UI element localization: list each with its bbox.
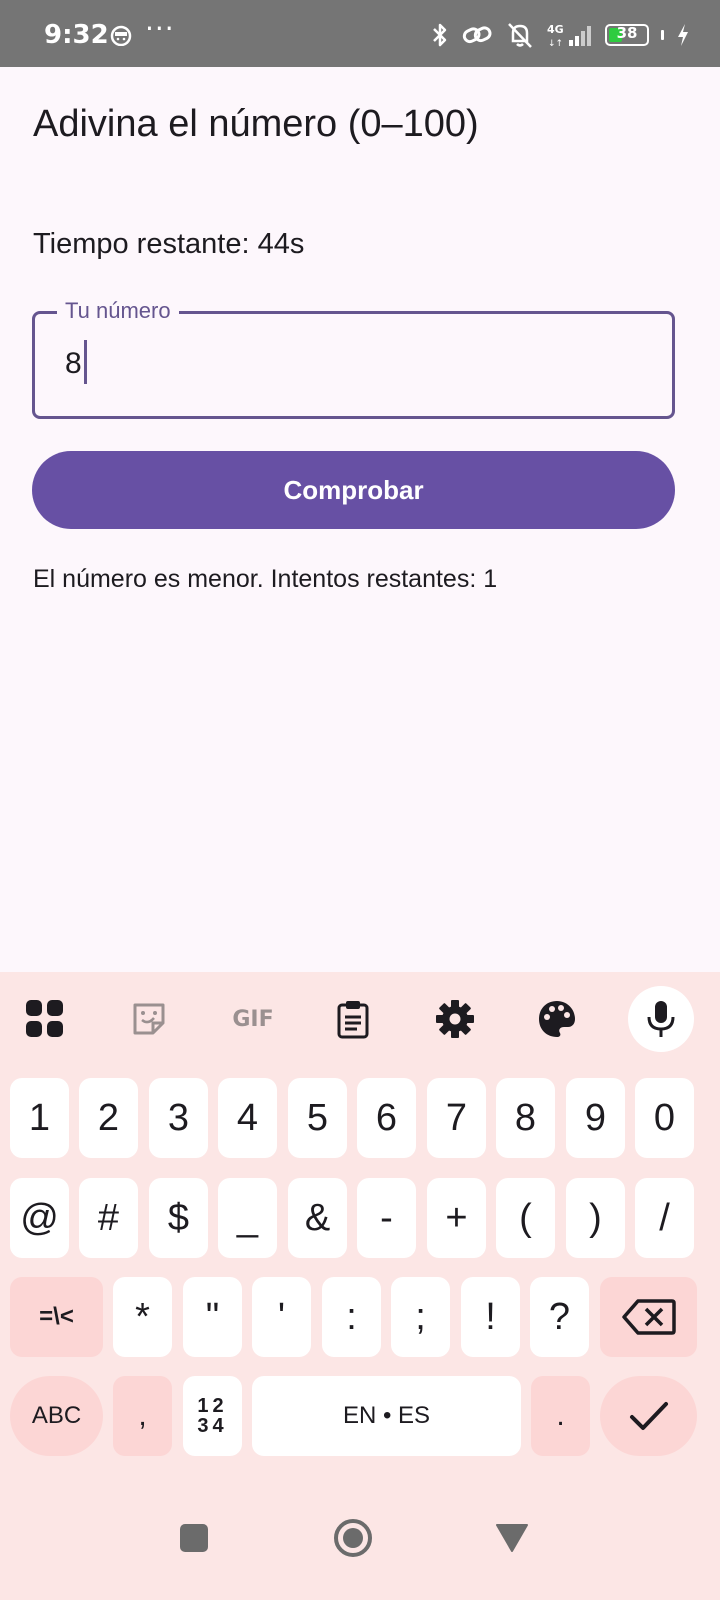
page-title: Adivina el número (0–100)	[33, 103, 479, 145]
battery-cap	[661, 30, 664, 40]
key-plus[interactable]: +	[427, 1178, 486, 1258]
key-7[interactable]: 7	[427, 1078, 486, 1158]
home-button[interactable]	[323, 1508, 383, 1568]
battery-icon: 38	[605, 24, 649, 46]
key-asterisk[interactable]: *	[113, 1277, 172, 1357]
keyboard-toolbar: GIF	[0, 972, 720, 1072]
enter-key[interactable]	[600, 1376, 697, 1456]
signal-4g-icon: 4G ↓↑	[547, 23, 591, 48]
key-comma[interactable]: ,	[113, 1376, 172, 1456]
apps-grid-icon[interactable]	[23, 997, 67, 1041]
back-button[interactable]	[482, 1508, 542, 1568]
key-single-quote[interactable]: '	[252, 1277, 311, 1357]
key-question[interactable]: ?	[530, 1277, 589, 1357]
key-underscore[interactable]: _	[218, 1178, 277, 1258]
gif-icon[interactable]: GIF	[228, 997, 278, 1041]
battery-level: 38	[616, 24, 638, 42]
key-double-quote[interactable]: "	[183, 1277, 242, 1357]
key-1[interactable]: 1	[10, 1078, 69, 1158]
key-dollar[interactable]: $	[149, 1178, 208, 1258]
status-time: 9:32	[44, 20, 109, 50]
navigation-bar	[0, 1480, 720, 1600]
link-icon	[462, 26, 492, 44]
key-4[interactable]: 4	[218, 1078, 277, 1158]
back-triangle-icon	[496, 1524, 528, 1552]
key-semicolon[interactable]: ;	[391, 1277, 450, 1357]
key-at[interactable]: @	[10, 1178, 69, 1258]
key-minus[interactable]: -	[357, 1178, 416, 1258]
check-button[interactable]: Comprobar	[32, 451, 675, 529]
number-input-text: 8	[65, 346, 82, 380]
text-caret	[83, 340, 87, 384]
status-bar: 9:32 ··· 4G ↓↑ 38	[0, 0, 720, 67]
key-close-paren[interactable]: )	[566, 1178, 625, 1258]
key-colon[interactable]: :	[322, 1277, 381, 1357]
key-open-paren[interactable]: (	[496, 1178, 555, 1258]
key-3[interactable]: 3	[149, 1078, 208, 1158]
backspace-icon	[621, 1299, 676, 1335]
sticker-icon[interactable]	[127, 997, 171, 1041]
key-more-symbols[interactable]: =\<	[10, 1277, 103, 1357]
space-key[interactable]: EN • ES	[252, 1376, 521, 1456]
key-slash[interactable]: /	[635, 1178, 694, 1258]
key-6[interactable]: 6	[357, 1078, 416, 1158]
clipboard-icon[interactable]	[331, 997, 375, 1041]
checkmark-icon	[629, 1402, 668, 1430]
timer-text: Tiempo restante: 44s	[33, 228, 305, 260]
charging-bolt-icon	[678, 24, 688, 46]
key-9[interactable]: 9	[566, 1078, 625, 1158]
numpad-key-top: 12	[197, 1395, 228, 1417]
recents-square-icon	[180, 1524, 208, 1552]
microphone-icon[interactable]	[628, 986, 694, 1052]
numpad-key-bottom: 34	[197, 1415, 228, 1437]
bluetooth-icon	[433, 23, 447, 47]
key-exclamation[interactable]: !	[461, 1277, 520, 1357]
key-2[interactable]: 2	[79, 1078, 138, 1158]
number-input-field[interactable]: Tu número 8	[32, 298, 675, 419]
svg-text:↓↑: ↓↑	[548, 39, 563, 48]
home-circle-icon	[334, 1519, 372, 1557]
recents-button[interactable]	[164, 1508, 224, 1568]
numpad-key[interactable]: 12 34	[183, 1376, 242, 1456]
abc-key[interactable]: ABC	[10, 1376, 103, 1456]
result-message: El número es menor. Intentos restantes: …	[33, 565, 498, 593]
key-5[interactable]: 5	[288, 1078, 347, 1158]
number-input-label: Tu número	[57, 298, 179, 324]
gif-label: GIF	[232, 1006, 274, 1032]
more-notifications-icon: ···	[145, 12, 175, 45]
key-hash[interactable]: #	[79, 1178, 138, 1258]
key-period[interactable]: .	[531, 1376, 590, 1456]
palette-icon[interactable]	[535, 997, 579, 1041]
svg-text:4G: 4G	[547, 23, 564, 36]
key-ampersand[interactable]: &	[288, 1178, 347, 1258]
muted-bell-icon	[508, 23, 532, 48]
number-input-value[interactable]: 8	[65, 340, 87, 384]
backspace-key[interactable]	[600, 1277, 697, 1357]
notification-face-icon	[110, 25, 132, 46]
settings-gear-icon[interactable]	[433, 997, 477, 1041]
key-8[interactable]: 8	[496, 1078, 555, 1158]
key-0[interactable]: 0	[635, 1078, 694, 1158]
